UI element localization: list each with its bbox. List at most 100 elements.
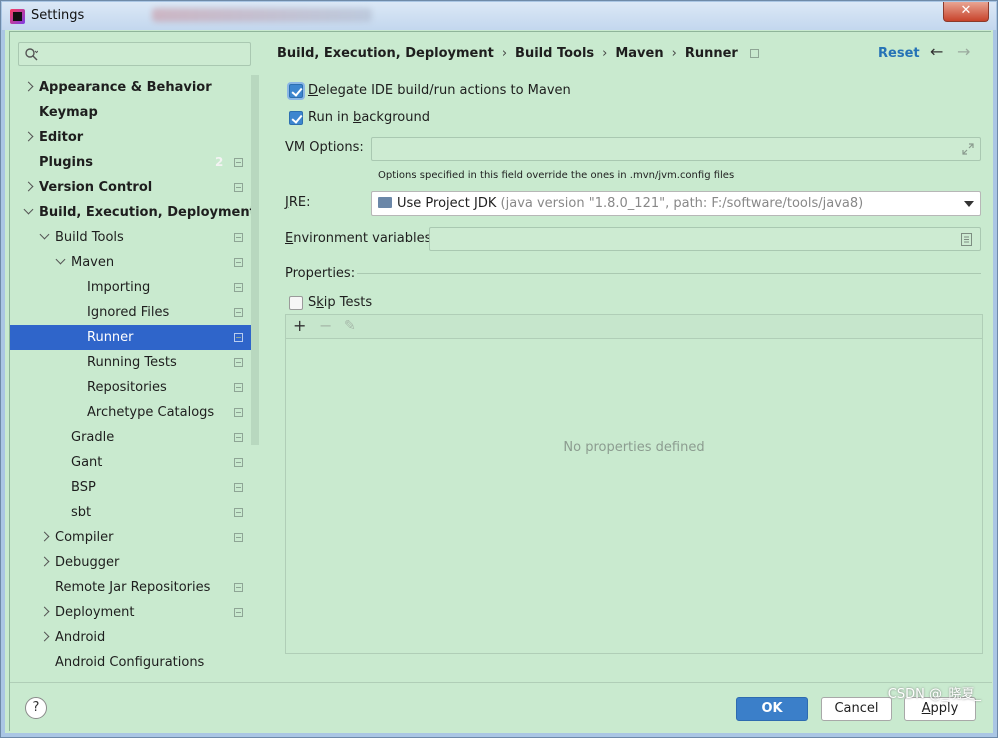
sidebar-item-deployment[interactable]: Deployment bbox=[10, 600, 259, 625]
edit-icon[interactable]: ✎ bbox=[344, 317, 356, 335]
sidebar-item-label: Build Tools bbox=[55, 230, 124, 245]
breadcrumb-item[interactable]: Build, Execution, Deployment bbox=[277, 46, 494, 61]
sidebar-item-compiler[interactable]: Compiler bbox=[10, 525, 259, 550]
sidebar-item-importing[interactable]: Importing bbox=[10, 275, 259, 300]
intellij-app-icon bbox=[10, 9, 25, 24]
properties-divider bbox=[357, 273, 981, 274]
sidebar-item-android[interactable]: Android bbox=[10, 625, 259, 650]
add-icon[interactable]: + bbox=[293, 317, 306, 335]
settings-tree: Appearance & Behavior Keymap Editor Plugins… bbox=[10, 75, 259, 675]
sidebar-item-runner[interactable]: Runner bbox=[10, 325, 259, 350]
chevron-right-icon[interactable] bbox=[23, 181, 34, 192]
cancel-button[interactable]: Cancel bbox=[821, 697, 892, 721]
chevron-down-icon bbox=[964, 201, 974, 207]
environment-variables-input[interactable] bbox=[429, 227, 981, 251]
csdn-watermark: CSDN @_晓夏_ bbox=[887, 687, 981, 702]
chevron-down-icon[interactable] bbox=[55, 254, 66, 265]
project-settings-icon bbox=[234, 233, 243, 242]
sidebar-item-label: Plugins bbox=[39, 155, 93, 170]
chevron-down-icon[interactable] bbox=[39, 229, 50, 240]
project-settings-icon bbox=[234, 483, 243, 492]
chevron-right-icon[interactable] bbox=[39, 556, 50, 567]
sidebar-item-android-configurations[interactable]: Android Configurations bbox=[10, 650, 259, 675]
breadcrumb-item[interactable]: Build Tools bbox=[515, 46, 594, 61]
runner-settings-panel: Build, Execution, Deployment › Build Tools… bbox=[259, 32, 992, 682]
sidebar-item-ignored-files[interactable]: Ignored Files bbox=[10, 300, 259, 325]
forward-arrow-icon[interactable]: → bbox=[957, 42, 970, 61]
jre-label: JRE: bbox=[285, 195, 311, 210]
sidebar-item-maven[interactable]: Maven bbox=[10, 250, 259, 275]
chevron-right-icon[interactable] bbox=[23, 131, 34, 142]
sidebar-item-version-control[interactable]: Version Control bbox=[10, 175, 259, 200]
search-field[interactable] bbox=[18, 42, 251, 66]
browse-document-icon[interactable] bbox=[961, 233, 972, 246]
title-bar[interactable]: Settings ✕ bbox=[2, 2, 996, 30]
breadcrumb-separator: › bbox=[671, 46, 677, 61]
sidebar-item-build-tools[interactable]: Build Tools bbox=[10, 225, 259, 250]
chevron-right-icon[interactable] bbox=[39, 531, 50, 542]
sidebar-item-label: Archetype Catalogs bbox=[87, 405, 215, 420]
sidebar-item-plugins[interactable]: Plugins 2 bbox=[10, 150, 259, 175]
vm-options-input[interactable] bbox=[371, 137, 981, 161]
expand-icon[interactable] bbox=[962, 143, 974, 155]
sidebar-item-gant[interactable]: Gant bbox=[10, 450, 259, 475]
sidebar-item-label: BSP bbox=[71, 480, 96, 495]
run-in-background-label[interactable]: Run in background bbox=[308, 110, 430, 125]
project-settings-icon bbox=[234, 183, 243, 192]
jre-select[interactable]: Use Project JDK (java version "1.8.0_121… bbox=[371, 191, 981, 216]
sidebar-item-label: Appearance & Behavior bbox=[39, 80, 212, 95]
vm-options-hint: Options specified in this field override… bbox=[378, 170, 735, 181]
chevron-right-icon[interactable] bbox=[23, 81, 34, 92]
breadcrumb-item[interactable]: Runner bbox=[685, 46, 738, 61]
dialog-footer: ? OK Cancel Apply bbox=[10, 682, 992, 732]
sidebar-item-label: Deployment bbox=[55, 605, 135, 620]
sidebar-item-label: Build, Execution, Deployment bbox=[39, 205, 256, 220]
sidebar-item-label: Remote Jar Repositories bbox=[55, 580, 211, 595]
project-settings-icon bbox=[234, 358, 243, 367]
vm-options-label: VM Options: bbox=[285, 140, 364, 155]
project-settings-icon bbox=[234, 158, 243, 167]
sidebar-item-repositories[interactable]: Repositories bbox=[10, 375, 259, 400]
sidebar-item-debugger[interactable]: Debugger bbox=[10, 550, 259, 575]
delegate-checkbox[interactable] bbox=[289, 84, 303, 98]
skip-tests-label[interactable]: Skip Tests bbox=[308, 295, 372, 310]
chevron-right-icon[interactable] bbox=[39, 606, 50, 617]
reset-link[interactable]: Reset bbox=[878, 46, 920, 61]
sidebar-item-label: sbt bbox=[71, 505, 92, 520]
project-settings-icon bbox=[749, 49, 759, 58]
properties-toolbar: + − ✎ bbox=[286, 315, 982, 339]
sidebar-item-archetype-catalogs[interactable]: Archetype Catalogs bbox=[10, 400, 259, 425]
project-settings-icon bbox=[234, 608, 243, 617]
chevron-down-icon[interactable] bbox=[23, 204, 34, 215]
run-in-background-checkbox[interactable] bbox=[289, 111, 303, 125]
sidebar-item-label: Repositories bbox=[87, 380, 167, 395]
sidebar-item-label: Android Configurations bbox=[55, 655, 205, 670]
sidebar-item-gradle[interactable]: Gradle bbox=[10, 425, 259, 450]
breadcrumb-item[interactable]: Maven bbox=[615, 46, 663, 61]
properties-label: Properties: bbox=[285, 266, 356, 281]
help-button[interactable]: ? bbox=[25, 697, 47, 719]
sidebar-item-appearance-behavior[interactable]: Appearance & Behavior bbox=[10, 75, 259, 100]
sidebar-item-editor[interactable]: Editor bbox=[10, 125, 259, 150]
empty-properties-text: No properties defined bbox=[563, 440, 705, 455]
blurred-background-window-title bbox=[152, 8, 372, 22]
settings-dialog-content: Appearance & Behavior Keymap Editor Plugins… bbox=[9, 31, 992, 732]
skip-tests-checkbox[interactable] bbox=[289, 296, 303, 310]
ok-button[interactable]: OK bbox=[736, 697, 808, 721]
sidebar-item-remote-jar-repositories[interactable]: Remote Jar Repositories bbox=[10, 575, 259, 600]
sidebar-scrollbar[interactable] bbox=[251, 75, 259, 445]
project-settings-icon bbox=[234, 333, 243, 342]
remove-icon[interactable]: − bbox=[319, 317, 332, 335]
sidebar-item-running-tests[interactable]: Running Tests bbox=[10, 350, 259, 375]
back-arrow-icon[interactable]: ← bbox=[930, 42, 943, 61]
sidebar-item-keymap[interactable]: Keymap bbox=[10, 100, 259, 125]
sidebar-item-bsp[interactable]: BSP bbox=[10, 475, 259, 500]
sidebar-item-build-execution-deployment[interactable]: Build, Execution, Deployment bbox=[10, 200, 259, 225]
close-button[interactable]: ✕ bbox=[943, 2, 989, 22]
breadcrumb: Build, Execution, Deployment › Build Tools… bbox=[277, 46, 759, 61]
project-settings-icon bbox=[234, 283, 243, 292]
chevron-right-icon[interactable] bbox=[39, 631, 50, 642]
sidebar-item-label: Debugger bbox=[55, 555, 120, 570]
sidebar-item-sbt[interactable]: sbt bbox=[10, 500, 259, 525]
delegate-label[interactable]: Delegate IDE build/run actions to Maven bbox=[308, 83, 571, 98]
